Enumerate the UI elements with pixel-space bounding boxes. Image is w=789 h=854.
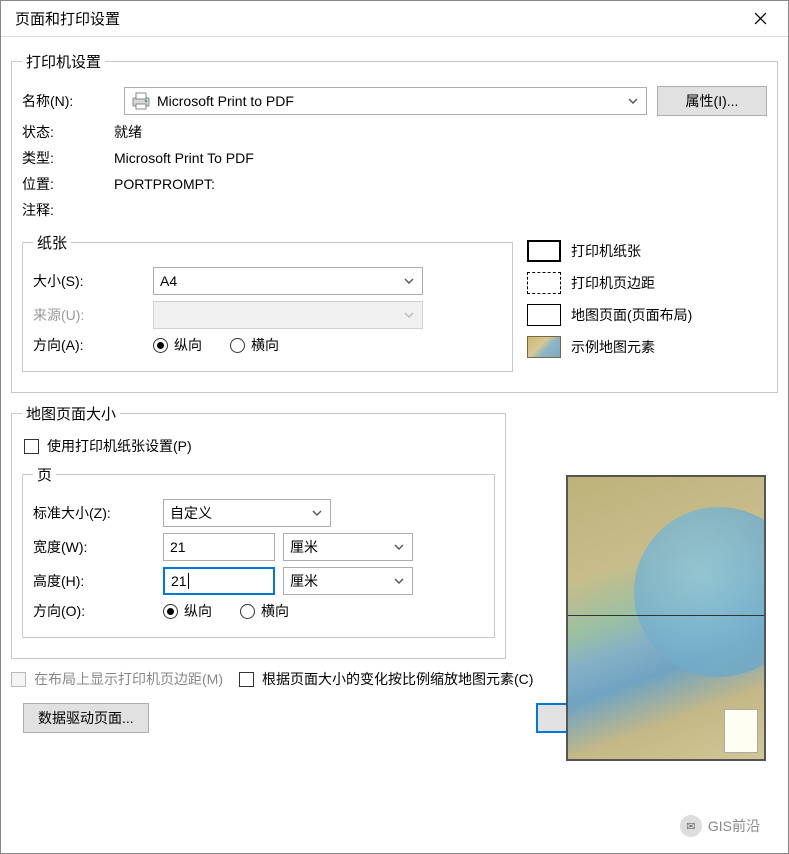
height-value: 21	[171, 573, 187, 589]
preview-mini-legend	[724, 709, 758, 753]
page-preview	[566, 475, 766, 761]
data-driven-pages-button[interactable]: 数据驱动页面...	[23, 703, 149, 733]
chevron-down-icon	[390, 538, 408, 556]
radio-icon	[240, 604, 255, 619]
height-label: 高度(H):	[33, 571, 163, 591]
text-caret	[188, 573, 189, 589]
show-printer-margins-checkbox: 在布局上显示打印机页边距(M)	[11, 669, 223, 689]
window-title: 页面和打印设置	[15, 8, 120, 29]
printer-icon	[131, 92, 151, 110]
checkbox-icon	[11, 672, 26, 687]
paper-source-select	[153, 301, 423, 329]
radio-icon	[163, 604, 178, 619]
printer-location-value: PORTPROMPT:	[114, 176, 215, 192]
dialog-window: 页面和打印设置 打印机设置 名称(N): Microsoft Print to …	[0, 0, 789, 854]
printer-settings-legend: 打印机设置	[22, 51, 105, 72]
width-unit-value: 厘米	[290, 537, 318, 557]
legend-box: 打印机纸张 打印机页边距 地图页面(页面布局) 示例地图元素	[527, 230, 767, 368]
page-orient-label: 方向(O):	[33, 601, 163, 621]
watermark: ✉ GIS前沿	[680, 815, 760, 837]
width-input[interactable]: 21	[163, 533, 275, 561]
wechat-icon: ✉	[680, 815, 702, 837]
printer-type-value: Microsoft Print To PDF	[114, 150, 254, 166]
chevron-down-icon	[308, 504, 326, 522]
page-group: 页 标准大小(Z): 自定义 宽度(W): 21 厘米	[22, 464, 495, 638]
legend-sample-map: 示例地图元素	[527, 336, 767, 358]
printer-type-label: 类型:	[22, 148, 114, 168]
checkbox-icon	[239, 672, 254, 687]
chevron-down-icon	[624, 92, 642, 110]
preview-page-divider	[568, 615, 764, 616]
standard-size-value: 自定义	[170, 503, 212, 523]
legend-printer-margins: 打印机页边距	[527, 272, 767, 294]
printer-comment-label: 注释:	[22, 200, 114, 220]
close-button[interactable]	[740, 4, 780, 34]
dialog-content: 打印机设置 名称(N): Microsoft Print to PDF 属性(I…	[1, 37, 788, 853]
height-unit-value: 厘米	[290, 571, 318, 591]
preview-sea	[634, 507, 766, 677]
paper-source-label: 来源(U):	[33, 305, 153, 325]
printer-location-label: 位置:	[22, 174, 114, 194]
properties-button[interactable]: 属性(I)...	[657, 86, 767, 116]
standard-size-label: 标准大小(Z):	[33, 503, 163, 523]
chevron-down-icon	[400, 272, 418, 290]
printer-name-label: 名称(N):	[22, 91, 114, 111]
page-legend: 页	[33, 464, 56, 485]
paper-size-select[interactable]: A4	[153, 267, 423, 295]
map-page-size-legend: 地图页面大小	[22, 403, 120, 424]
paper-size-label: 大小(S):	[33, 271, 153, 291]
width-label: 宽度(W):	[33, 537, 163, 557]
legend-printer-paper: 打印机纸张	[527, 240, 767, 262]
checkbox-icon	[24, 439, 39, 454]
paper-group: 纸张 大小(S): A4 来源(U):	[22, 232, 513, 372]
paper-size-value: A4	[160, 273, 177, 289]
swatch-printer-margins	[527, 272, 561, 294]
printer-status-value: 就绪	[114, 122, 142, 142]
page-orient-portrait-radio[interactable]: 纵向	[163, 601, 212, 621]
swatch-sample-map	[527, 336, 561, 358]
chevron-down-icon	[390, 572, 408, 590]
legend-map-page: 地图页面(页面布局)	[527, 304, 767, 326]
paper-legend: 纸张	[33, 232, 71, 253]
paper-orient-landscape-radio[interactable]: 横向	[230, 335, 279, 355]
height-unit-select[interactable]: 厘米	[283, 567, 413, 595]
printer-name-select[interactable]: Microsoft Print to PDF	[124, 87, 647, 115]
close-icon	[754, 12, 767, 25]
printer-status-label: 状态:	[22, 122, 114, 142]
radio-icon	[153, 338, 168, 353]
titlebar: 页面和打印设置	[1, 1, 788, 37]
swatch-printer-paper	[527, 240, 561, 262]
paper-orient-label: 方向(A):	[33, 335, 153, 355]
printer-name-value: Microsoft Print to PDF	[157, 93, 294, 109]
printer-settings-group: 打印机设置 名称(N): Microsoft Print to PDF 属性(I…	[11, 51, 778, 393]
width-value: 21	[170, 539, 186, 555]
radio-icon	[230, 338, 245, 353]
page-orient-landscape-radio[interactable]: 横向	[240, 601, 289, 621]
standard-size-select[interactable]: 自定义	[163, 499, 331, 527]
scale-map-elements-checkbox[interactable]: 根据页面大小的变化按比例缩放地图元素(C)	[239, 669, 533, 689]
width-unit-select[interactable]: 厘米	[283, 533, 413, 561]
map-page-size-group: 地图页面大小 使用打印机纸张设置(P) 页 标准大小(Z): 自定义 宽度(W)…	[11, 403, 506, 659]
height-input[interactable]: 21	[163, 567, 275, 595]
swatch-map-page	[527, 304, 561, 326]
chevron-down-icon	[400, 306, 418, 324]
use-printer-paper-checkbox[interactable]: 使用打印机纸张设置(P)	[24, 436, 495, 456]
paper-orient-portrait-radio[interactable]: 纵向	[153, 335, 202, 355]
